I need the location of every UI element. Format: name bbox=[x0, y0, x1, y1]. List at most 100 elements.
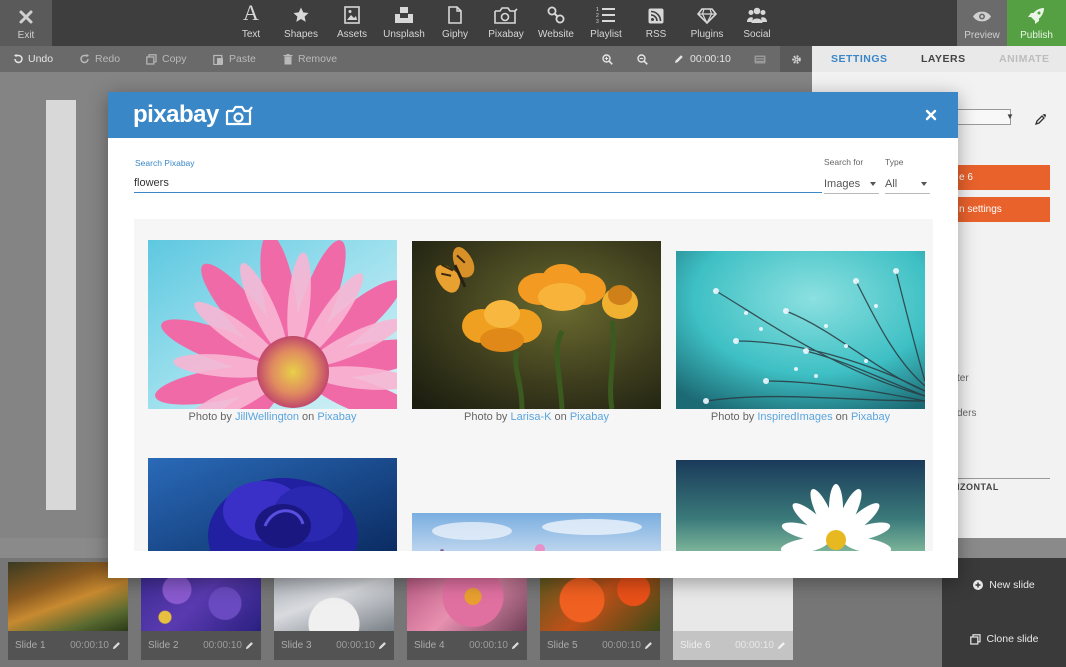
list-icon: 123 bbox=[596, 0, 616, 26]
color-input[interactable] bbox=[951, 109, 1011, 125]
exit-label: Exit bbox=[17, 30, 35, 41]
result-photo-4[interactable] bbox=[148, 458, 397, 551]
pixabay-link[interactable]: Pixabay bbox=[851, 411, 890, 423]
photo-image[interactable] bbox=[676, 251, 925, 409]
slide-duration-label: 00:00:10 bbox=[203, 640, 242, 651]
color-dropdown-arrow[interactable]: ▼ bbox=[1006, 112, 1014, 121]
photo-image[interactable] bbox=[412, 241, 661, 409]
undo-button[interactable]: Undo bbox=[13, 46, 53, 72]
tab-animate[interactable]: ANIMATE bbox=[999, 46, 1050, 72]
transition-settings-button[interactable]: n settings bbox=[957, 197, 1050, 222]
slide-canvas[interactable] bbox=[46, 100, 76, 510]
new-slide-button[interactable]: New slide bbox=[942, 572, 1066, 598]
photo-credit: Photo by InspiredImages on Pixabay bbox=[676, 411, 925, 423]
type-select[interactable]: All bbox=[885, 174, 930, 194]
users-icon bbox=[747, 0, 767, 26]
eyedropper-icon[interactable] bbox=[1031, 109, 1051, 129]
search-input[interactable] bbox=[134, 174, 822, 193]
pencil-icon[interactable] bbox=[112, 641, 121, 650]
chevron-down-icon bbox=[870, 181, 876, 186]
svg-text:3: 3 bbox=[596, 19, 599, 24]
tab-settings[interactable]: SETTINGS bbox=[831, 46, 888, 72]
result-photo-5[interactable] bbox=[412, 513, 661, 551]
toolbar-social-label: Social bbox=[743, 29, 771, 40]
text-icon: A bbox=[243, 0, 259, 25]
slide-label: Slide 5 bbox=[547, 640, 578, 651]
pixabay-link[interactable]: Pixabay bbox=[317, 411, 356, 423]
photo-image[interactable] bbox=[676, 460, 925, 551]
author-link[interactable]: JillWellington bbox=[235, 411, 299, 423]
toolbar-shapes-label: Shapes bbox=[284, 29, 318, 40]
action-bar: Undo Redo Copy Paste Remove 00:00:10 bbox=[0, 46, 812, 72]
remove-button[interactable]: Remove bbox=[283, 46, 337, 72]
link-icon bbox=[547, 0, 565, 26]
zoom-out-button[interactable] bbox=[637, 46, 648, 72]
pencil-icon[interactable] bbox=[511, 641, 520, 650]
pencil-icon[interactable] bbox=[777, 641, 786, 650]
paste-button[interactable]: Paste bbox=[213, 46, 256, 72]
toolbar-plugins-button[interactable]: Plugins bbox=[688, 0, 726, 46]
toolbar-playlist-button[interactable]: 123 Playlist bbox=[588, 0, 624, 46]
search-for-select[interactable]: Images bbox=[824, 174, 879, 194]
toolbar-text-button[interactable]: A Text bbox=[236, 0, 266, 46]
photo-image[interactable] bbox=[148, 240, 397, 409]
photo-image[interactable] bbox=[148, 458, 397, 551]
slide-label: Slide 1 bbox=[15, 640, 46, 651]
toolbar-assets-button[interactable]: Assets bbox=[334, 0, 370, 46]
toolbar-pixabay-button[interactable]: Pixabay bbox=[486, 0, 526, 46]
photo-image[interactable] bbox=[412, 513, 661, 551]
clone-slide-button[interactable]: Clone slide bbox=[942, 626, 1066, 652]
new-slide-label: New slide bbox=[989, 579, 1035, 591]
delete-slide-button[interactable]: e 6 bbox=[957, 165, 1050, 190]
close-icon bbox=[922, 106, 940, 124]
toolbar-social-button[interactable]: Social bbox=[740, 0, 774, 46]
publish-label: Publish bbox=[1020, 30, 1053, 41]
copy-button[interactable]: Copy bbox=[146, 46, 187, 72]
toolbar-rss-label: RSS bbox=[645, 29, 667, 40]
unsplash-icon bbox=[394, 0, 414, 26]
redo-label: Redo bbox=[95, 53, 121, 65]
remove-label: Remove bbox=[298, 53, 338, 65]
clone-icon bbox=[969, 633, 981, 645]
slide-label: Slide 6 bbox=[680, 640, 711, 651]
close-icon bbox=[18, 9, 34, 25]
redo-button[interactable]: Redo bbox=[80, 46, 120, 72]
zoom-out-icon bbox=[637, 53, 648, 65]
exit-button[interactable]: Exit bbox=[0, 0, 52, 46]
gear-icon bbox=[791, 54, 802, 65]
settings-button[interactable] bbox=[780, 46, 812, 72]
author-link[interactable]: Larisa-K bbox=[511, 411, 552, 423]
toolbar-shapes-button[interactable]: Shapes bbox=[282, 0, 320, 46]
pencil-icon[interactable] bbox=[245, 641, 254, 650]
keyboard-button[interactable] bbox=[754, 46, 766, 72]
toolbar-unsplash-button[interactable]: Unsplash bbox=[382, 0, 426, 46]
redo-icon bbox=[80, 54, 90, 64]
result-photo-6[interactable] bbox=[676, 460, 925, 551]
pencil-icon[interactable] bbox=[378, 641, 387, 650]
result-photo-2[interactable]: Photo by Larisa-K on Pixabay bbox=[412, 241, 661, 431]
undo-label: Undo bbox=[28, 53, 54, 65]
toolbar-unsplash-label: Unsplash bbox=[383, 29, 425, 40]
result-photo-3[interactable]: Photo by InspiredImages on Pixabay bbox=[676, 251, 925, 431]
toolbar-rss-button[interactable]: RSS bbox=[642, 0, 670, 46]
paste-icon bbox=[213, 54, 224, 65]
file-icon bbox=[448, 0, 462, 26]
zoom-in-button[interactable] bbox=[602, 46, 613, 72]
pencil-icon[interactable] bbox=[644, 641, 653, 650]
pixabay-dialog: pixabay Search Pixabay Search for Images… bbox=[108, 92, 958, 578]
tab-layers[interactable]: LAYERS bbox=[921, 46, 966, 72]
publish-button[interactable]: Publish bbox=[1007, 0, 1066, 46]
result-photo-1[interactable]: Photo by JillWellington on Pixabay bbox=[148, 240, 397, 430]
credit-prefix: Photo by bbox=[464, 411, 508, 423]
author-link[interactable]: InspiredImages bbox=[757, 411, 832, 423]
rss-icon bbox=[648, 0, 664, 26]
panel-text-center: ter bbox=[957, 373, 969, 384]
toolbar-giphy-button[interactable]: Giphy bbox=[440, 0, 470, 46]
slide-duration[interactable]: 00:00:10 bbox=[674, 46, 731, 72]
search-for-value: Images bbox=[824, 177, 861, 190]
preview-button[interactable]: Preview bbox=[957, 0, 1007, 46]
toolbar-website-button[interactable]: Website bbox=[536, 0, 576, 46]
close-dialog-button[interactable] bbox=[922, 106, 940, 124]
slide-duration-value: 00:00:10 bbox=[690, 53, 731, 65]
pixabay-link[interactable]: Pixabay bbox=[570, 411, 609, 423]
